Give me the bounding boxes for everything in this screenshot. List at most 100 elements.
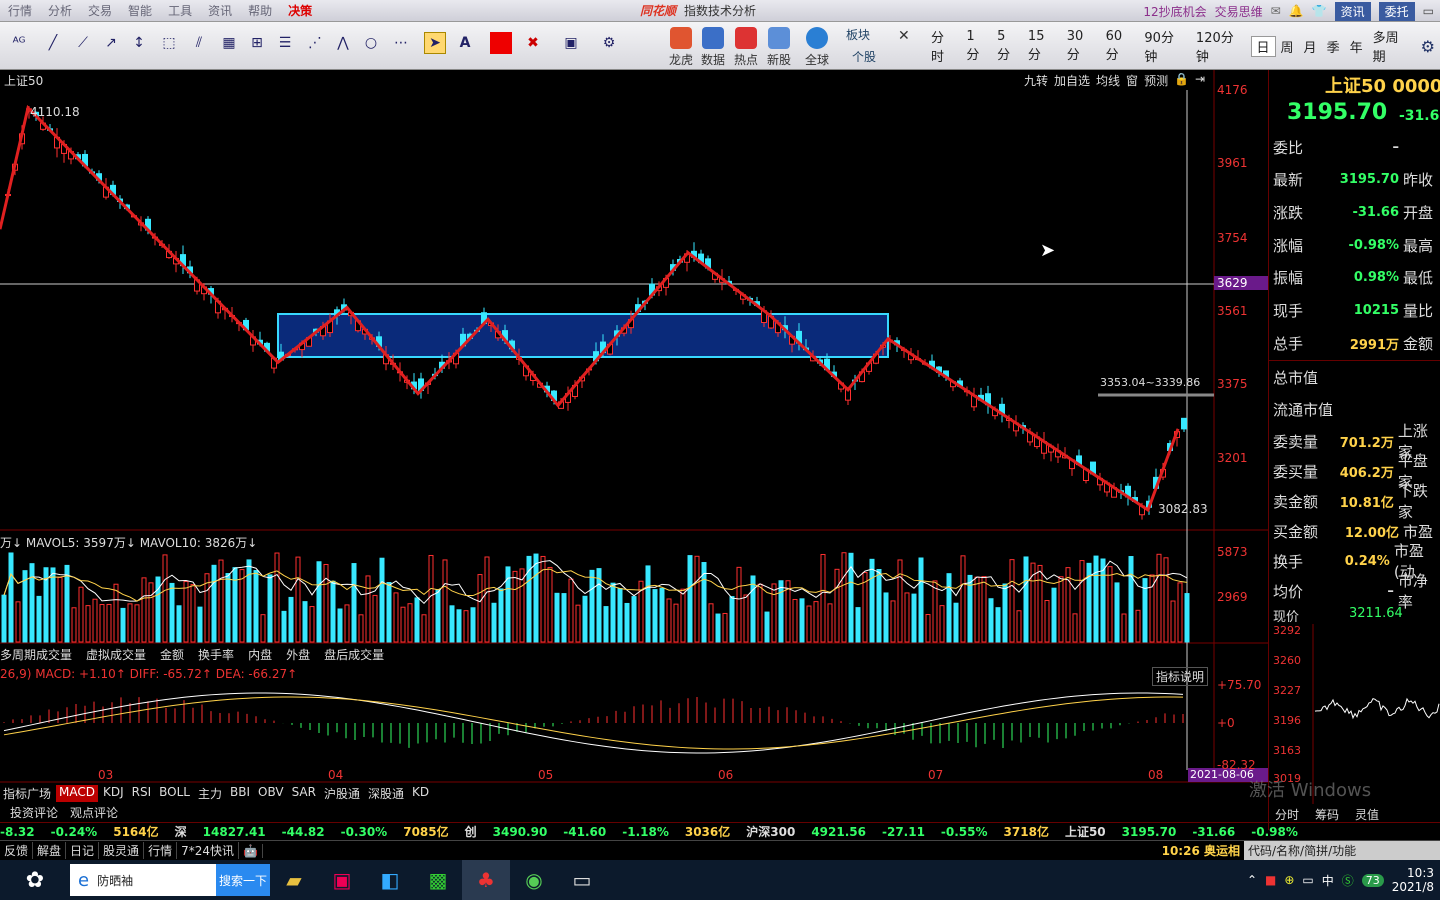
ind-tab-boll[interactable]: BOLL bbox=[156, 785, 193, 802]
board-button[interactable]: 板块 bbox=[846, 26, 870, 43]
ind-tab-macd[interactable]: MACD bbox=[56, 785, 98, 802]
stock-button[interactable]: 个股 bbox=[852, 48, 876, 65]
parallel-tool-icon[interactable]: ⫽ bbox=[188, 32, 210, 54]
tray-ime[interactable]: 中 bbox=[1322, 872, 1334, 889]
wave-tool-icon[interactable]: ⋀ bbox=[332, 32, 354, 54]
period-quarter[interactable]: 季 bbox=[1322, 37, 1345, 56]
close-panel-icon[interactable]: ✕ bbox=[898, 28, 910, 44]
search-button[interactable]: 搜索一下 bbox=[216, 864, 270, 896]
expand-icon[interactable]: ⇥ bbox=[1195, 72, 1205, 89]
minimize-icon[interactable]: ▭ bbox=[1423, 4, 1434, 18]
tab-add-watch[interactable]: 加自选 bbox=[1054, 72, 1090, 89]
shirt-icon[interactable]: 👕 bbox=[1312, 4, 1327, 18]
fan-tool-icon[interactable]: ⋰ bbox=[304, 32, 326, 54]
tonghuashun-taskbar-icon[interactable]: ♣ bbox=[462, 860, 510, 900]
menu-news[interactable]: 资讯 bbox=[200, 2, 240, 19]
period-1m[interactable]: 1分 bbox=[961, 29, 992, 63]
settings-gear-icon[interactable]: ⚙ bbox=[598, 32, 620, 54]
ind-tab-kdj[interactable]: KDJ bbox=[100, 785, 127, 802]
ind-tab-hgt[interactable]: 沪股通 bbox=[321, 785, 363, 802]
iqiyi-icon[interactable]: ▩ bbox=[414, 860, 462, 900]
status-diary[interactable]: 日记 bbox=[66, 842, 100, 859]
status-feedback[interactable]: 反馈 bbox=[0, 842, 34, 859]
tab-jiuzhuan[interactable]: 九转 bbox=[1024, 72, 1048, 89]
status-market[interactable]: 行情 bbox=[144, 842, 178, 859]
menu-decision[interactable]: 决策 bbox=[280, 2, 320, 19]
color-picker-button[interactable] bbox=[490, 32, 512, 54]
period-30m[interactable]: 30分 bbox=[1062, 29, 1101, 63]
ind-tab-rsi[interactable]: RSI bbox=[129, 785, 155, 802]
tray-network-icon[interactable]: ▭ bbox=[1302, 873, 1313, 887]
save-drawing-icon[interactable]: ▣ bbox=[560, 32, 582, 54]
period-year[interactable]: 年 bbox=[1345, 37, 1368, 56]
ind-tab-kd[interactable]: KD bbox=[409, 785, 432, 802]
period-settings-icon[interactable]: ⚙ bbox=[1416, 37, 1440, 56]
period-day[interactable]: 日 bbox=[1250, 35, 1276, 57]
dragon-tiger-button[interactable]: 龙虎 bbox=[664, 24, 698, 68]
period-15m[interactable]: 15分 bbox=[1023, 29, 1062, 63]
period-90m[interactable]: 90分钟 bbox=[1139, 27, 1191, 65]
tray-record-icon[interactable]: ■ bbox=[1265, 873, 1276, 887]
tray-s-icon[interactable]: Ⓢ bbox=[1342, 872, 1354, 889]
ind-tab-sgt[interactable]: 深股通 bbox=[365, 785, 407, 802]
ind-tab-sar[interactable]: SAR bbox=[289, 785, 319, 802]
period-week[interactable]: 周 bbox=[1276, 37, 1299, 56]
period-multi[interactable]: 多周期 bbox=[1368, 27, 1416, 65]
indicator-help-button[interactable]: 指标说明 bbox=[1152, 667, 1209, 686]
comment-tab-view[interactable]: 观点评论 bbox=[70, 804, 118, 821]
menu-market[interactable]: 行情 bbox=[0, 2, 40, 19]
code-search-input[interactable]: 代码/名称/简拼/功能 bbox=[1244, 841, 1440, 860]
mini-tab-fenshi[interactable]: 分时 bbox=[1275, 806, 1299, 823]
menu-smart[interactable]: 智能 bbox=[120, 2, 160, 19]
vol-tab-inner[interactable]: 内盘 bbox=[248, 646, 272, 663]
trend-zigzag-line[interactable] bbox=[0, 104, 1180, 513]
lock-icon[interactable]: 🔒 bbox=[1174, 72, 1189, 89]
menu-help[interactable]: 帮助 bbox=[240, 2, 280, 19]
fib-tool-icon[interactable]: ☰ bbox=[274, 32, 296, 54]
ind-tab-bbi[interactable]: BBI bbox=[227, 785, 253, 802]
menu-trade[interactable]: 交易 bbox=[80, 2, 120, 19]
tray-clock[interactable]: 10:3 2021/8 bbox=[1392, 866, 1434, 894]
mail-icon[interactable]: ✉ bbox=[1271, 4, 1281, 18]
bell-icon[interactable]: 🔔 bbox=[1289, 4, 1304, 18]
vol-tab-outer[interactable]: 外盘 bbox=[286, 646, 310, 663]
vol-tab-after[interactable]: 盘后成交量 bbox=[324, 646, 384, 663]
hot-button[interactable]: 热点 bbox=[729, 24, 763, 68]
period-60m[interactable]: 60分 bbox=[1101, 29, 1140, 63]
period-5m[interactable]: 5分 bbox=[992, 29, 1023, 63]
mini-tab-chips[interactable]: 筹码 bbox=[1315, 806, 1339, 823]
chart-area[interactable]: 上证50 九转 加自选 均线 窗 预测 🔒 ⇥ 4176 3961 3754 3… bbox=[0, 70, 1268, 830]
tray-plus-icon[interactable]: ⊕ bbox=[1284, 873, 1294, 887]
news-button[interactable]: 资讯 bbox=[1334, 1, 1371, 21]
status-interpret[interactable]: 解盘 bbox=[33, 842, 67, 859]
ind-tab-main[interactable]: 主力 bbox=[195, 785, 225, 802]
status-guling[interactable]: 股灵通 bbox=[99, 842, 145, 859]
tab-predict[interactable]: 预测 bbox=[1144, 72, 1168, 89]
browser-icon[interactable]: ◉ bbox=[510, 860, 558, 900]
ag-tool-icon[interactable]: ᴬᴳ bbox=[8, 32, 30, 54]
mini-tab-value[interactable]: 灵值 bbox=[1355, 806, 1379, 823]
vol-tab-virtual[interactable]: 虚拟成交量 bbox=[86, 646, 146, 663]
link-bottom-chance[interactable]: 12抄底机会 bbox=[1143, 3, 1206, 20]
period-fenshi[interactable]: 分时 bbox=[926, 27, 961, 65]
explorer-icon[interactable]: ▰ bbox=[270, 860, 318, 900]
delete-drawing-icon[interactable]: ✖ bbox=[522, 32, 544, 54]
ind-tab-square[interactable]: 指标广场 bbox=[0, 785, 54, 802]
menu-tools[interactable]: 工具 bbox=[160, 2, 200, 19]
gann-tool-icon[interactable]: ⊞ bbox=[246, 32, 268, 54]
text-tool-icon[interactable]: A bbox=[454, 32, 476, 54]
tab-ma[interactable]: 均线 bbox=[1096, 72, 1120, 89]
tray-badge[interactable]: 73 bbox=[1361, 873, 1384, 887]
menu-analysis[interactable]: 分析 bbox=[40, 2, 80, 19]
line-tool-icon[interactable]: ╱ bbox=[42, 32, 64, 54]
cursor-tool-icon[interactable]: ➤ bbox=[424, 32, 446, 54]
comment-tab-invest[interactable]: 投资评论 bbox=[10, 804, 58, 821]
circle-tool-icon[interactable]: ○ bbox=[360, 32, 382, 54]
tray-up-arrow-icon[interactable]: ⌃ bbox=[1247, 873, 1257, 887]
pdf-app-icon[interactable]: ◧ bbox=[366, 860, 414, 900]
vol-tab-amount[interactable]: 金额 bbox=[160, 646, 184, 663]
period-120m[interactable]: 120分钟 bbox=[1191, 27, 1251, 65]
vol-tab-multi[interactable]: 多周期成交量 bbox=[0, 646, 72, 663]
start-icon[interactable]: ✿ bbox=[0, 860, 70, 900]
ipo-button[interactable]: 新股 bbox=[762, 24, 796, 68]
